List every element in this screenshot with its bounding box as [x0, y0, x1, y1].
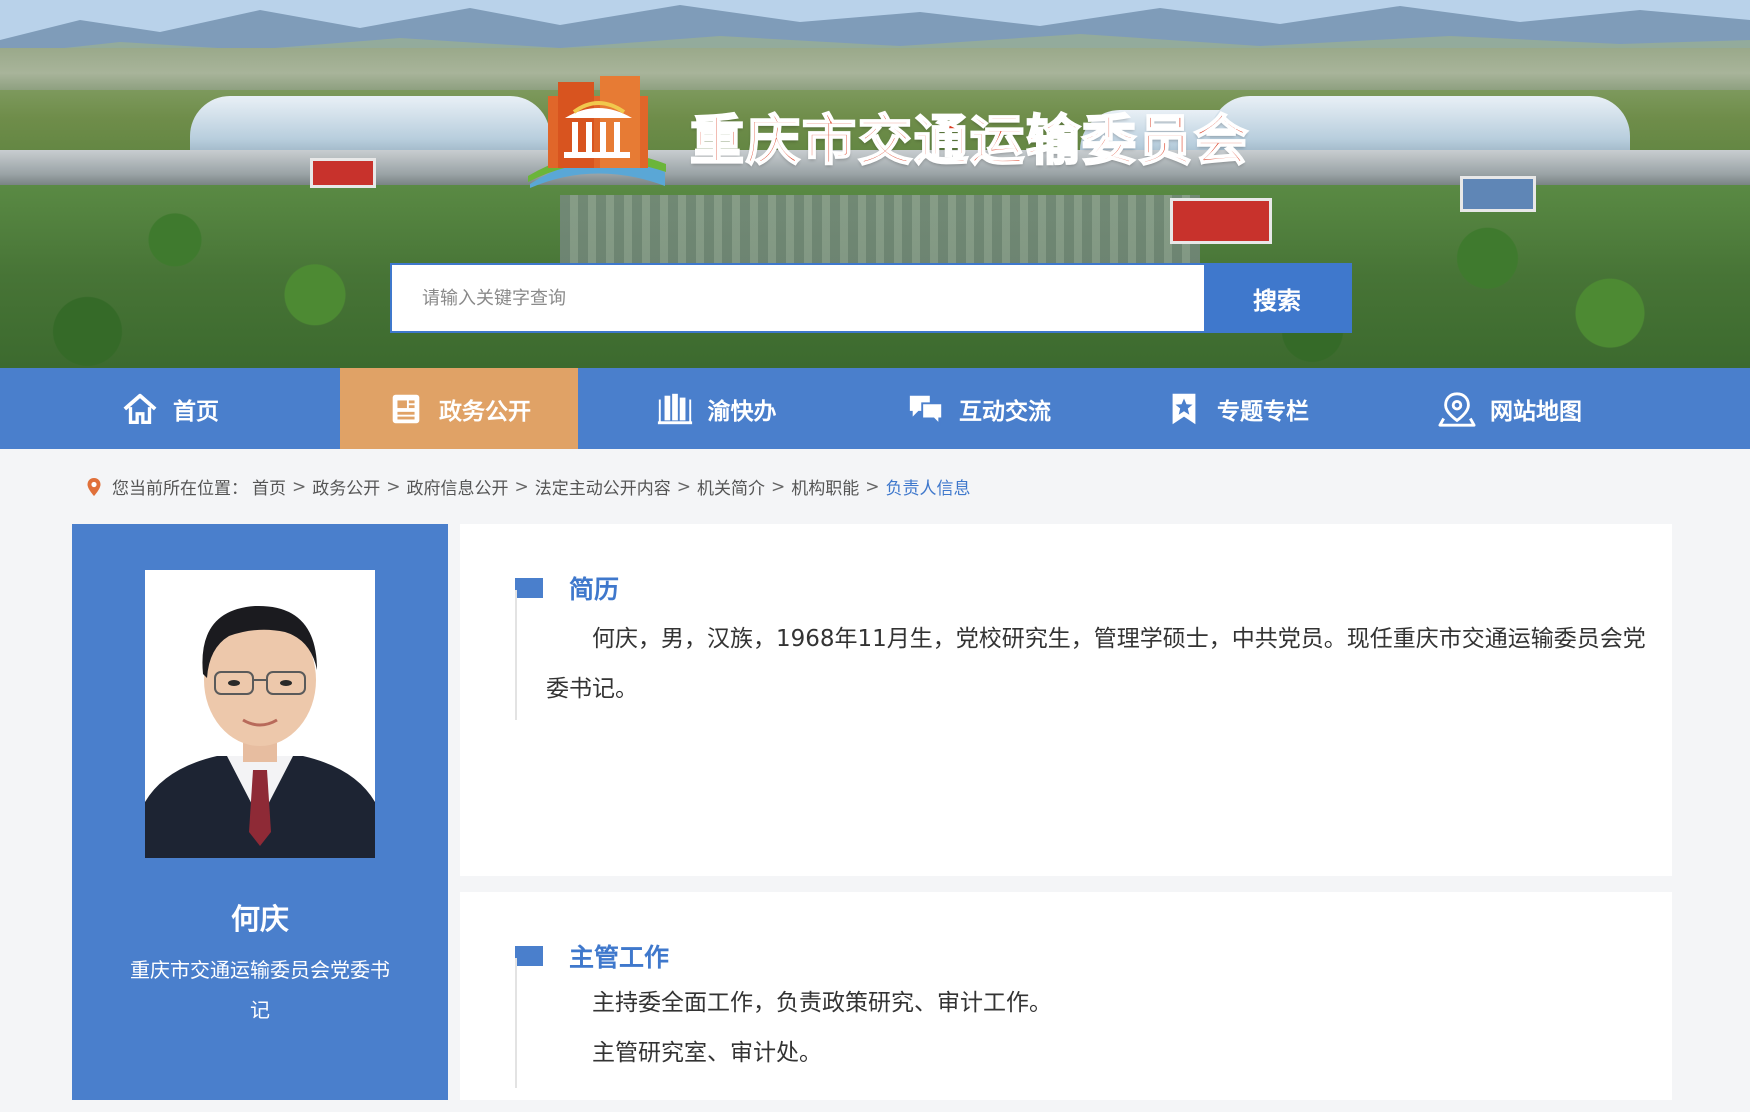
- banner-billboard: [1170, 198, 1272, 244]
- search-bar: 搜索: [390, 263, 1352, 333]
- book-icon: [657, 393, 692, 424]
- nav-item-yukuaiban[interactable]: 渝快办: [578, 368, 854, 449]
- nav-item-home[interactable]: 首页: [0, 368, 340, 449]
- main-nav: 首页 政务公开 渝快办 互动交流 专题专栏 网站地图: [0, 368, 1750, 449]
- duties-text-block: 主持委全面工作，负责政策研究、审计工作。 主管研究室、审计处。: [546, 978, 1650, 1078]
- section-heading: 简历: [515, 570, 619, 606]
- breadcrumb-separator: >: [386, 476, 401, 497]
- search-input[interactable]: [392, 265, 1204, 331]
- home-icon: [123, 393, 157, 424]
- chat-icon: [909, 395, 944, 426]
- nav-item-gov-affairs[interactable]: 政务公开: [340, 368, 578, 449]
- leader-name: 何庆: [230, 902, 289, 936]
- leader-position: 重庆市交通运输委员会党委书记: [130, 958, 390, 1022]
- breadcrumb-separator: >: [514, 476, 529, 497]
- banner-billboard: [1460, 176, 1536, 212]
- nav-item-special-topics[interactable]: 专题专栏: [1104, 368, 1370, 449]
- breadcrumb-separator: >: [771, 476, 786, 497]
- heading-marker: [515, 578, 543, 598]
- nav-item-label: 首页: [173, 398, 219, 425]
- map-pin-icon: [1438, 391, 1476, 427]
- resume-text-block: 何庆，男，汉族，1968年11月生，党校研究生，管理学硕士，中共党员。现任重庆市…: [546, 614, 1650, 714]
- breadcrumb-separator: >: [292, 476, 307, 497]
- breadcrumb-link[interactable]: 政府信息公开: [407, 474, 509, 499]
- section-divider: [515, 590, 517, 720]
- breadcrumb-link[interactable]: 法定主动公开内容: [535, 474, 671, 499]
- heading-marker: [515, 946, 543, 966]
- section-title-duties: 主管工作: [569, 943, 670, 972]
- breadcrumb-link[interactable]: 机构职能: [791, 474, 859, 499]
- nav-item-label: 互动交流: [959, 398, 1051, 425]
- nav-item-label: 渝快办: [707, 398, 777, 425]
- leader-photo: [145, 570, 375, 858]
- banner-billboard: [310, 158, 376, 188]
- document-icon: [392, 394, 420, 423]
- header-banner: 重庆市交通运输委员会 搜索: [0, 0, 1750, 368]
- breadcrumb-separator: >: [865, 476, 880, 497]
- site-logo-icon: [528, 76, 666, 188]
- breadcrumb-prefix: 您当前所在位置：: [112, 479, 248, 499]
- resume-text: 何庆，男，汉族，1968年11月生，党校研究生，管理学硕士，中共党员。现任重庆市…: [546, 626, 1646, 702]
- section-divider: [515, 958, 517, 1088]
- banner-runway: [0, 48, 1750, 90]
- search-button[interactable]: 搜索: [1204, 265, 1350, 331]
- section-title-resume: 简历: [569, 575, 620, 604]
- nav-item-label: 政务公开: [439, 398, 531, 425]
- breadcrumb-separator: >: [676, 476, 691, 497]
- resume-card: 简历 何庆，男，汉族，1968年11月生，党校研究生，管理学硕士，中共党员。现任…: [460, 524, 1672, 876]
- nav-item-interaction[interactable]: 互动交流: [854, 368, 1104, 449]
- breadcrumb-link[interactable]: 政务公开: [312, 474, 380, 499]
- location-pin-icon: [87, 477, 101, 496]
- main-content: 何庆 重庆市交通运输委员会党委书记 简历 何庆，男，汉族，1968年11月生，党…: [0, 524, 1750, 1112]
- breadcrumb-current[interactable]: 负责人信息: [886, 474, 971, 499]
- breadcrumb-link[interactable]: 首页: [252, 474, 286, 499]
- bookmark-star-icon: [1172, 393, 1196, 424]
- section-heading: 主管工作: [515, 938, 669, 974]
- breadcrumb: 您当前所在位置： 首页 > 政务公开 > 政府信息公开 > 法定主动公开内容 >…: [0, 449, 1750, 524]
- portrait-image: [145, 570, 375, 858]
- duties-line: 主持委全面工作，负责政策研究、审计工作。: [592, 990, 1052, 1016]
- leader-profile-panel: 何庆 重庆市交通运输委员会党委书记: [72, 524, 448, 1100]
- site-title: 重庆市交通运输委员会: [689, 108, 1250, 173]
- duties-card: 主管工作 主持委全面工作，负责政策研究、审计工作。 主管研究室、审计处。: [460, 892, 1672, 1100]
- nav-item-label: 专题专栏: [1217, 398, 1309, 425]
- nav-item-sitemap[interactable]: 网站地图: [1370, 368, 1650, 449]
- duties-line: 主管研究室、审计处。: [592, 1040, 822, 1066]
- nav-item-label: 网站地图: [1490, 398, 1582, 425]
- banner-parking: [560, 195, 1200, 265]
- breadcrumb-link[interactable]: 机关简介: [697, 474, 765, 499]
